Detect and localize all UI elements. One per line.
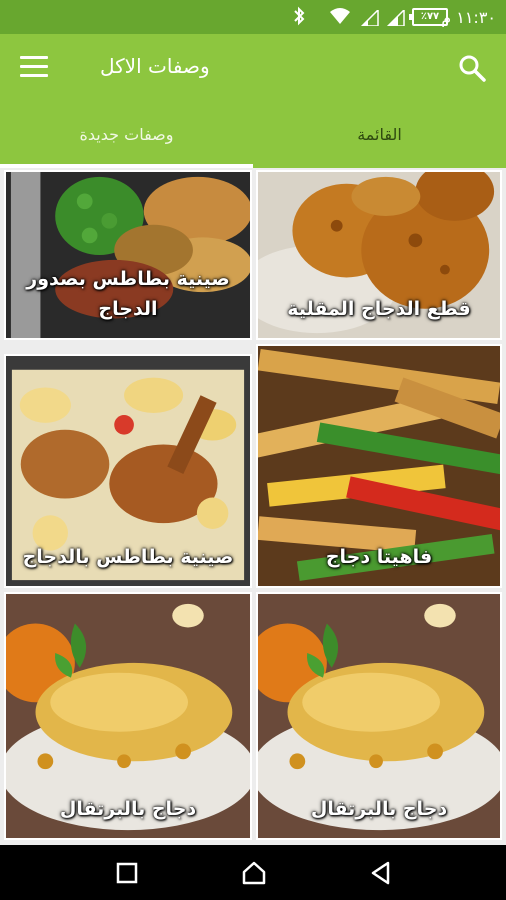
recipe-card[interactable]: فاهيتا دجاج	[256, 344, 502, 588]
recipe-title: دجاج بالبرتقال	[59, 798, 197, 820]
signal-icon	[360, 10, 379, 26]
recipe-card[interactable]: صينية بطاطس بصدور الدجاج	[4, 170, 252, 340]
navigation-bar	[0, 845, 506, 900]
app-bar: وصفات الاكل وصفات جديدة القائمة	[0, 34, 506, 168]
recipe-title: فاهيتا دجاج	[325, 546, 433, 568]
bluetooth-icon	[294, 6, 305, 26]
tab-bar: وصفات جديدة القائمة	[0, 102, 506, 168]
hamburger-menu-icon[interactable]	[20, 56, 48, 80]
recipe-card[interactable]: صينية بطاطس بالدجاج	[4, 354, 252, 588]
wifi-icon	[330, 8, 350, 24]
recipe-card[interactable]: دجاج بالبرتقال	[4, 592, 252, 840]
app-title: وصفات الاكل	[100, 54, 210, 78]
status-bar: ٪٧٧ ١١:٣٠ م	[0, 0, 506, 34]
recents-icon[interactable]	[113, 859, 141, 887]
status-time: ١١:٣٠ م	[441, 8, 496, 27]
recipe-title: صينية بطاطس بصدور الدجاج	[26, 268, 230, 320]
search-icon[interactable]	[458, 54, 486, 82]
recipe-card[interactable]: دجاج بالبرتقال	[256, 592, 502, 840]
tab-label: القائمة	[357, 125, 402, 144]
recipe-grid: قطع الدجاج المقلية صينية بطاطس بصدور الد…	[0, 168, 506, 845]
back-icon[interactable]	[367, 859, 395, 887]
tab-new-recipes[interactable]: وصفات جديدة	[0, 102, 253, 168]
recipe-title: دجاج بالبرتقال	[310, 798, 448, 820]
recipe-title: قطع الدجاج المقلية	[287, 298, 471, 320]
recipe-card[interactable]: قطع الدجاج المقلية	[256, 170, 502, 340]
tab-label: وصفات جديدة	[79, 125, 174, 144]
tab-list[interactable]: القائمة	[253, 102, 506, 168]
signal-icon	[386, 10, 405, 26]
home-icon[interactable]	[240, 859, 268, 887]
recipe-title: صينية بطاطس بالدجاج	[22, 546, 234, 568]
